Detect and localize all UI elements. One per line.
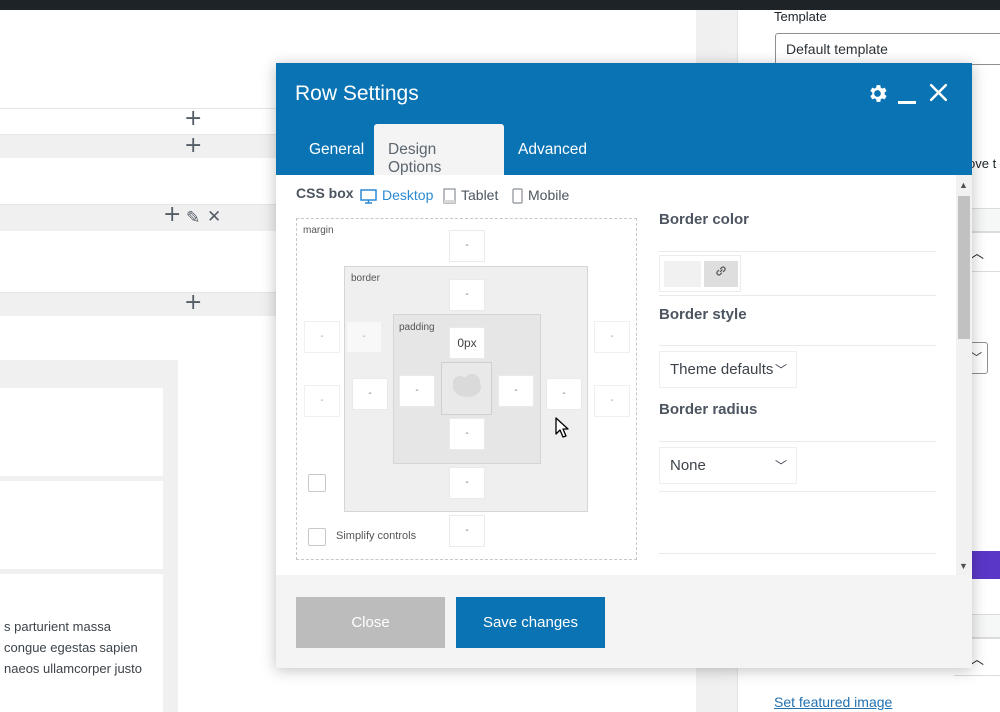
border-color-picker[interactable] (659, 255, 741, 292)
cloud-icon (453, 374, 481, 397)
desktop-icon (360, 189, 377, 204)
padding-label: padding (399, 322, 435, 333)
device-desktop-label: Desktop (382, 187, 434, 203)
device-tablet-label: Tablet (461, 187, 499, 203)
padding-top-input[interactable]: 0px (449, 327, 485, 359)
margin-label: margin (303, 225, 334, 236)
divider (659, 553, 936, 554)
row-strip (0, 292, 280, 316)
row-settings-modal: Row Settings General Design Options Adva… (276, 63, 972, 668)
margin-bottom-input[interactable]: - (449, 515, 485, 547)
modal-body: CSS box Desktop Tablet Mobile margin bor… (276, 175, 972, 575)
template-label: Template (774, 9, 827, 24)
border-label: border (351, 273, 380, 284)
border-left-input[interactable]: - (352, 378, 388, 410)
chevron-down-icon: ﹀ (971, 352, 982, 364)
border-style-value: Theme defaults (670, 361, 774, 378)
border-top-input[interactable]: - (449, 279, 485, 311)
tab-general[interactable]: General (295, 124, 378, 175)
device-desktop[interactable]: Desktop (360, 187, 433, 204)
color-swatch[interactable] (664, 261, 701, 287)
margin-left-input-secondary[interactable]: - (304, 385, 340, 417)
content-box (441, 362, 492, 415)
margin-top-input[interactable]: - (449, 230, 485, 262)
delete-row-icon[interactable]: ✕ (207, 206, 221, 228)
divider (659, 491, 936, 492)
border-style-label: Border style (659, 306, 747, 323)
simplify-controls-checkbox[interactable] (308, 528, 326, 546)
padding-bottom-input[interactable]: - (449, 418, 485, 450)
divider (659, 295, 936, 296)
admin-top-bar (0, 0, 1000, 10)
border-right-input[interactable]: - (546, 378, 582, 410)
link-values-checkbox[interactable] (308, 474, 326, 492)
padding-left-input[interactable]: - (399, 375, 435, 407)
sidebar-text-fragment: ove t (968, 156, 997, 171)
simplify-controls-label: Simplify controls (336, 530, 417, 542)
chevron-down-icon: ﹀ (774, 363, 787, 377)
chevron-up-icon[interactable]: ︿ (970, 243, 984, 263)
padding-right-input[interactable]: - (498, 375, 534, 407)
sidebar-primary-button[interactable] (970, 551, 1000, 579)
close-icon[interactable] (928, 82, 949, 108)
device-mobile[interactable]: Mobile (512, 187, 569, 204)
divider (659, 441, 936, 442)
content-block[interactable] (0, 388, 163, 476)
tablet-icon (443, 188, 456, 204)
gear-icon[interactable] (866, 82, 889, 110)
text-block[interactable]: s parturient massa congue egestas sapien… (0, 574, 163, 712)
chevron-up-icon[interactable]: ︿ (970, 649, 984, 669)
add-row-icon[interactable]: + (184, 108, 202, 130)
row-strip (0, 204, 280, 231)
border-radius-value: None (670, 457, 706, 474)
mouse-cursor-icon (555, 417, 569, 438)
margin-left-input[interactable]: - (304, 321, 340, 353)
row-strip (0, 134, 280, 158)
add-column-icon[interactable]: + (163, 204, 181, 226)
scroll-up-icon[interactable]: ▲ (959, 180, 968, 190)
border-radius-select[interactable]: None ﹀ (659, 447, 797, 484)
link-icon[interactable] (704, 261, 738, 287)
border-bottom-input[interactable]: - (449, 467, 485, 499)
chevron-down-icon: ﹀ (774, 459, 787, 473)
modal-scrollbar[interactable]: ▲ ▼ (956, 175, 972, 575)
tab-advanced[interactable]: Advanced (504, 124, 601, 175)
add-row-icon[interactable]: + (184, 292, 202, 314)
modal-header[interactable]: Row Settings General Design Options Adva… (276, 63, 972, 176)
border-color-label: Border color (659, 211, 750, 228)
row-divider (0, 108, 280, 109)
close-button[interactable]: Close (296, 597, 445, 648)
margin-right-input-secondary[interactable]: - (594, 385, 630, 417)
border-left-ghost: - (346, 321, 382, 353)
margin-right-input[interactable]: - (594, 321, 630, 353)
template-select[interactable]: Default template (775, 33, 1000, 65)
edit-row-icon[interactable]: ✎ (186, 207, 200, 229)
add-row-icon[interactable]: + (184, 135, 202, 157)
tab-design-options[interactable]: Design Options (374, 124, 504, 176)
device-tablet[interactable]: Tablet (443, 187, 498, 204)
border-style-select[interactable]: Theme defaults ﹀ (659, 351, 797, 388)
content-block[interactable] (0, 481, 163, 569)
modal-title: Row Settings (295, 82, 419, 105)
divider (659, 345, 936, 346)
mobile-icon (512, 188, 523, 204)
scrollbar-thumb[interactable] (958, 196, 970, 339)
body-text-line: s parturient massa (4, 619, 111, 634)
body-text-line: naeos ullamcorper justo (4, 661, 143, 676)
border-radius-label: Border radius (659, 401, 758, 418)
modal-footer: Close Save changes (276, 575, 972, 668)
scroll-down-icon[interactable]: ▼ (959, 561, 968, 571)
divider (659, 251, 936, 252)
css-box-label: CSS box (296, 185, 354, 201)
content-column: s parturient massa congue egestas sapien… (0, 360, 178, 712)
device-mobile-label: Mobile (528, 187, 570, 203)
save-changes-button[interactable]: Save changes (456, 597, 605, 648)
minimize-icon[interactable] (898, 101, 916, 104)
set-featured-image-link[interactable]: Set featured image (774, 694, 892, 710)
body-text-line: congue egestas sapien (4, 640, 138, 655)
